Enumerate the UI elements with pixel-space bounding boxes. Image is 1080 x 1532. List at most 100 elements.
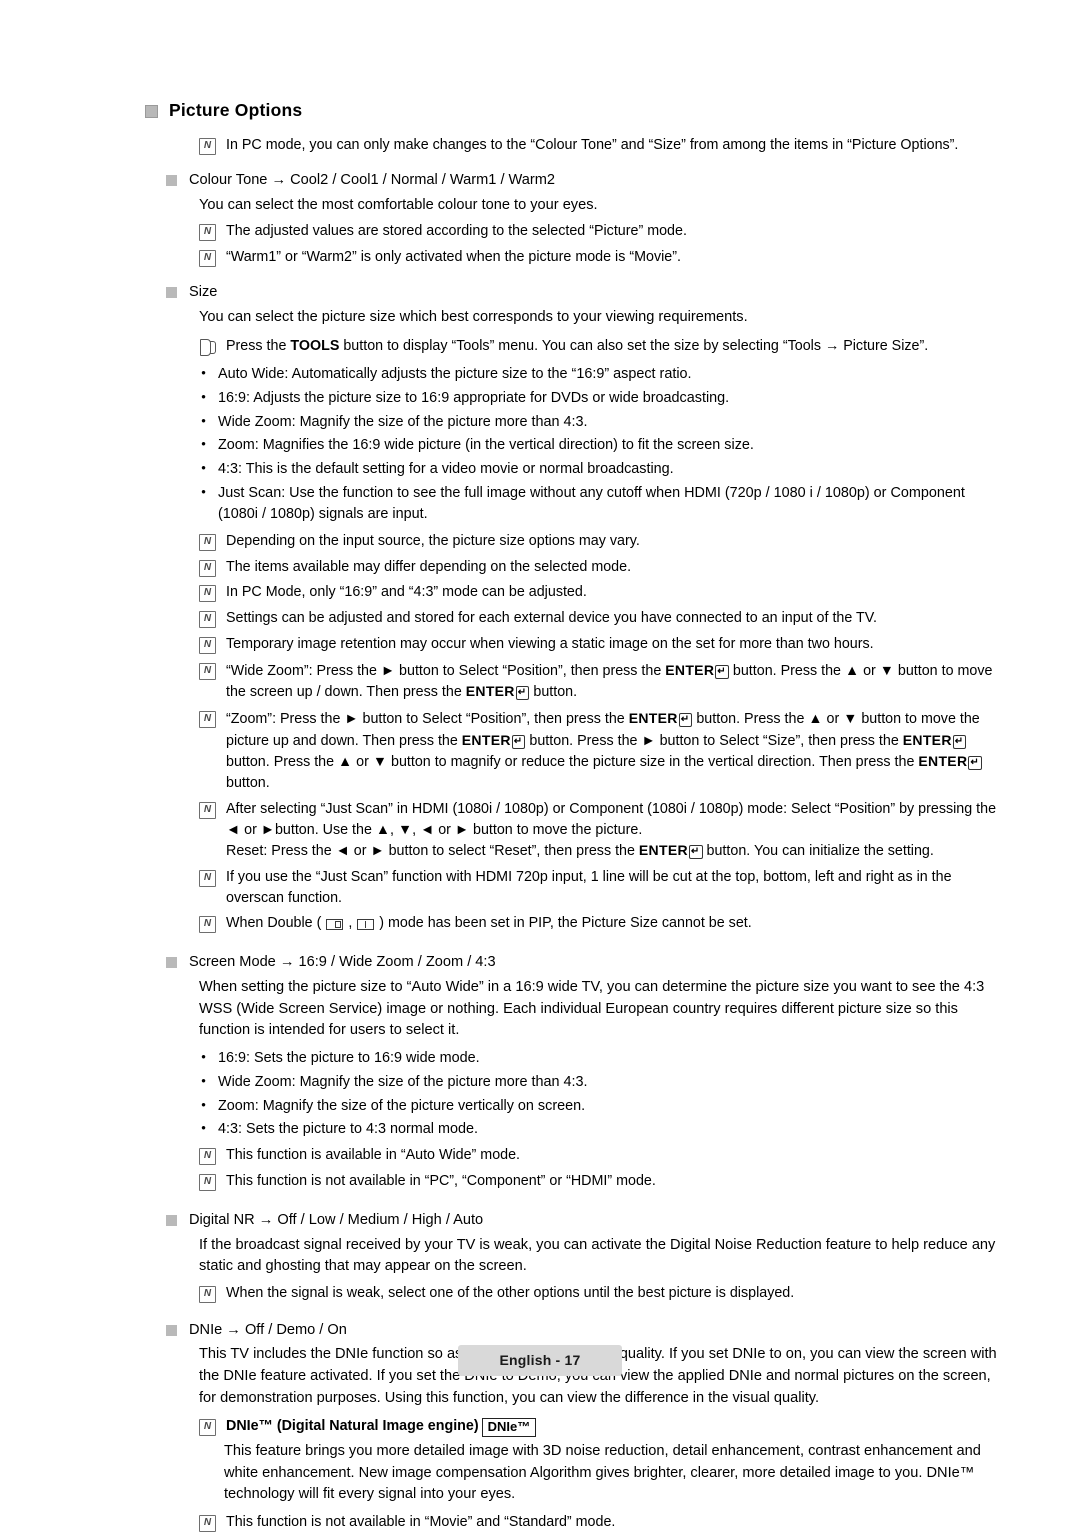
size-bullet: • Zoom: Magnifies the 16:9 wide picture …	[199, 435, 1005, 456]
screen-mode-bullet: • 16:9: Sets the picture to 16:9 wide mo…	[199, 1048, 1005, 1069]
note-icon: N	[199, 636, 216, 654]
note-text: This function is available in “Auto Wide…	[226, 1147, 521, 1164]
dnie-badge: DNIe™	[481, 1418, 537, 1438]
dot-bullet-icon: •	[201, 484, 206, 500]
intro-note: N In PC mode, you can only make changes …	[199, 135, 1005, 156]
tools-note: Press the TOOLS button to display “Tools…	[199, 336, 1005, 357]
size-bullet: • Auto Wide: Automatically adjusts the p…	[199, 364, 1005, 385]
double-p2: ,	[344, 915, 357, 932]
screen-mode-bullet-text: Wide Zoom: Magnify the size of the pictu…	[218, 1073, 588, 1090]
page-number-badge: English - 17	[457, 1345, 623, 1376]
note-icon: N	[199, 1174, 216, 1192]
note-icon: N	[199, 870, 216, 888]
size-note: N Depending on the input source, the pic…	[199, 531, 1005, 552]
just-scan-note: N After selecting “Just Scan” in HDMI (1…	[199, 799, 1005, 862]
size-bullet: • Just Scan: Use the function to see the…	[199, 483, 1005, 525]
zoom-p5: button.	[226, 775, 270, 792]
dot-bullet-icon: •	[201, 364, 206, 380]
section-title-text: Colour Tone → Cool2 / Cool1 / Normal / W…	[189, 171, 556, 188]
just-scan-p1: After selecting “Just Scan” in HDMI (108…	[226, 800, 997, 838]
note-icon: N	[199, 1514, 216, 1532]
size-note: N In PC Mode, only “16:9” and “4:3” mode…	[199, 582, 1005, 603]
colour-tone-note-2: N “Warm1” or “Warm2” is only activated w…	[199, 247, 1005, 268]
square-bullet-icon	[166, 1214, 177, 1226]
dot-bullet-icon: •	[201, 388, 206, 404]
screen-mode-note: N This function is available in “Auto Wi…	[199, 1145, 1005, 1166]
size-bullet-text: 16:9: Adjusts the picture size to 16:9 a…	[218, 389, 730, 406]
size-bullet-text: Auto Wide: Automatically adjusts the pic…	[218, 365, 692, 382]
tools-note-pre: Press the	[226, 338, 291, 355]
tools-note-text: Press the TOOLS button to display “Tools…	[226, 336, 1005, 357]
note-text: This function is not available in “Movie…	[226, 1513, 616, 1530]
just-scan-note-text: After selecting “Just Scan” in HDMI (108…	[226, 799, 1005, 862]
zoom-note-text: “Zoom”: Press the ► button to Select “Po…	[226, 708, 1005, 794]
tools-note-post: button to display “Tools” menu. You can …	[339, 338, 929, 355]
dnie-label-note-text: DNIe™ (Digital Natural Image engine) DNIe…	[226, 1416, 1005, 1438]
dot-bullet-icon: •	[201, 1096, 206, 1112]
dot-bullet-icon: •	[201, 1048, 206, 1064]
enter-text: ENTER	[465, 683, 515, 700]
section-dnie-title: DNIe → Off / Demo / On	[166, 1320, 1005, 1342]
enter-return-icon: ↵	[515, 686, 530, 701]
section-digital-nr-body: If the broadcast signal received by your…	[199, 1236, 996, 1275]
double-pip-note: N When Double ( , ) mode has been set in…	[199, 913, 1005, 934]
size-note: N Settings can be adjusted and stored fo…	[199, 608, 1005, 629]
enter-key-label: ENTER ↵	[461, 731, 526, 749]
note-text: Settings can be adjusted and stored for …	[226, 610, 877, 627]
screen-mode-bullet-text: Zoom: Magnify the size of the picture ve…	[218, 1097, 586, 1114]
enter-key-label: ENTER ↵	[903, 732, 967, 749]
pip-double-icon-2	[357, 919, 375, 931]
dot-bullet-icon: •	[201, 460, 206, 476]
size-bullet-text: Just Scan: Use the function to see the f…	[218, 485, 965, 523]
note-icon: N	[199, 559, 216, 577]
zoom-p3: button. Press the ► button to Select “Si…	[525, 732, 903, 749]
page-footer: English - 17	[0, 1345, 1080, 1376]
note-icon: N	[199, 249, 216, 267]
section-size-body: You can select the picture size which be…	[199, 308, 748, 325]
dnie-description: This feature brings you more detailed im…	[224, 1442, 981, 1503]
size-note: N The items available may differ dependi…	[199, 557, 1005, 578]
heading-label: Picture Options	[169, 100, 303, 120]
square-bullet-icon	[166, 957, 177, 969]
tools-icon	[199, 339, 216, 357]
double-p3: ) mode has been set in PIP, the Picture …	[375, 915, 752, 932]
dnie-label: DNIe™ (Digital Natural Image engine)	[226, 1418, 479, 1435]
enter-text: ENTER	[918, 753, 968, 770]
note-icon: N	[199, 224, 216, 242]
enter-key-label: ENTER ↵	[665, 662, 729, 679]
note-icon: N	[199, 585, 216, 603]
enter-key-label: ENTER ↵	[639, 842, 703, 860]
enter-text: ENTER	[461, 731, 511, 748]
note-text: The items available may differ depending…	[226, 558, 632, 575]
note-icon: N	[199, 662, 216, 680]
screen-mode-bullet-text: 4:3: Sets the picture to 4:3 normal mode…	[218, 1121, 478, 1138]
note-text: This function is not available in “PC”, …	[226, 1173, 656, 1190]
size-bullet-text: Zoom: Magnifies the 16:9 wide picture (i…	[218, 437, 754, 454]
size-note: N Temporary image retention may occur wh…	[199, 634, 1005, 655]
note-icon: N	[199, 1285, 216, 1303]
note-text: Depending on the input source, the pictu…	[226, 532, 640, 549]
section-title-text: Digital NR → Off / Low / Medium / High /…	[189, 1211, 484, 1228]
screen-mode-bullet: • Zoom: Magnify the size of the picture …	[199, 1096, 1005, 1117]
double-pip-note-text: When Double ( , ) mode has been set in P…	[226, 913, 1005, 934]
square-bullet-icon	[166, 1324, 177, 1336]
enter-key-label: ENTER ↵	[465, 683, 530, 701]
section-digital-nr-title: Digital NR → Off / Low / Medium / High /…	[166, 1210, 1005, 1232]
screen-mode-bullet: • Wide Zoom: Magnify the size of the pic…	[199, 1072, 1005, 1093]
just-scan-p2: Reset: Press the ◄ or ► button to select…	[226, 843, 639, 860]
note-text: In PC Mode, only “16:9” and “4:3” mode c…	[226, 584, 587, 601]
screen-mode-bullet-text: 16:9: Sets the picture to 16:9 wide mode…	[218, 1049, 480, 1066]
enter-key-label: ENTER ↵	[918, 753, 983, 771]
enter-return-icon: ↵	[715, 664, 729, 679]
enter-key-label: ENTER ↵	[629, 710, 693, 727]
section-colour-tone-title: Colour Tone → Cool2 / Cool1 / Normal / W…	[166, 170, 1005, 192]
dot-bullet-icon: •	[201, 436, 206, 452]
square-bullet-icon	[166, 286, 177, 298]
tools-keyword: TOOLS	[290, 338, 340, 355]
double-p1: When Double (	[226, 915, 326, 932]
screen-mode-bullet: • 4:3: Sets the picture to 4:3 normal mo…	[199, 1119, 1005, 1140]
just-scan-p3: button. You can initialize the setting.	[702, 843, 934, 860]
enter-return-icon: ↵	[968, 756, 983, 771]
overscan-note: N If you use the “Just Scan” function wi…	[199, 867, 1005, 908]
size-bullet: • Wide Zoom: Magnify the size of the pic…	[199, 412, 1005, 433]
